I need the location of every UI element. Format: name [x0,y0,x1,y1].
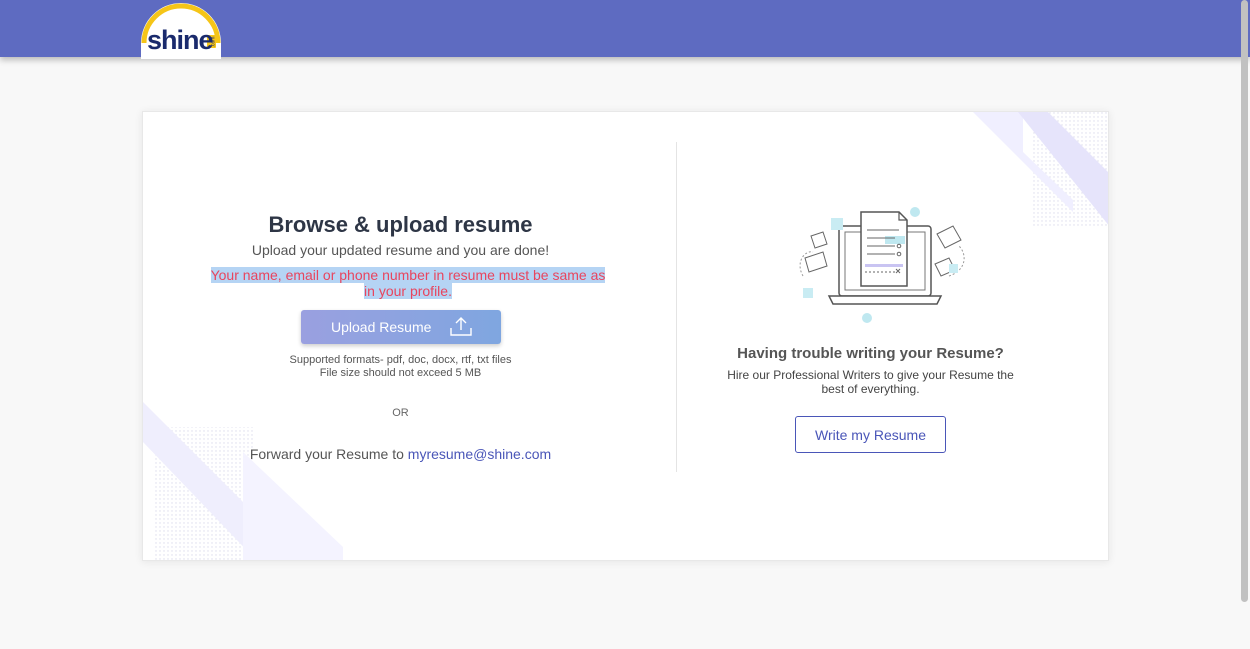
or-separator: OR [392,407,409,419]
shine-logo[interactable]: shine .com [140,3,222,59]
upload-card: Browse & upload resume Upload your updat… [142,111,1109,561]
vertical-divider [676,142,677,472]
writer-subtitle: Hire our Professional Writers to give yo… [727,368,1014,396]
writer-title: Having trouble writing your Resume? [737,345,1004,362]
top-navbar: shine .com [0,0,1250,59]
upload-resume-button[interactable]: Upload Resume [301,310,501,344]
warning-line-1: Your name, email or phone number in resu… [210,267,606,283]
profile-match-warning: Your name, email or phone number in resu… [208,267,608,299]
write-my-resume-button[interactable]: Write my Resume [795,416,946,453]
upload-requirements: Supported formats- pdf, doc, docx, rtf, … [143,354,658,380]
page-scrollbar[interactable] [1241,0,1248,602]
forward-email-link[interactable]: myresume@shine.com [408,446,551,462]
decor-stripes-bottom-left [143,402,343,560]
upload-icon [450,317,472,336]
supported-formats-text: Supported formats- pdf, doc, docx, rtf, … [289,354,512,366]
logo-badge-text: .com [210,36,217,48]
warning-line-2: in your profile. [364,283,452,299]
forward-resume-text: Forward your Resume to myresume@shine.co… [143,446,658,462]
forward-label: Forward your Resume to [249,446,408,462]
upload-button-label: Upload Resume [331,319,432,335]
resume-laptop-illustration [799,207,965,323]
logo-text: shine [147,25,214,55]
upload-title: Browse & upload resume [268,212,533,237]
file-size-text: File size should not exceed 5 MB [319,367,482,379]
upload-subtitle: Upload your updated resume and you are d… [251,242,550,258]
